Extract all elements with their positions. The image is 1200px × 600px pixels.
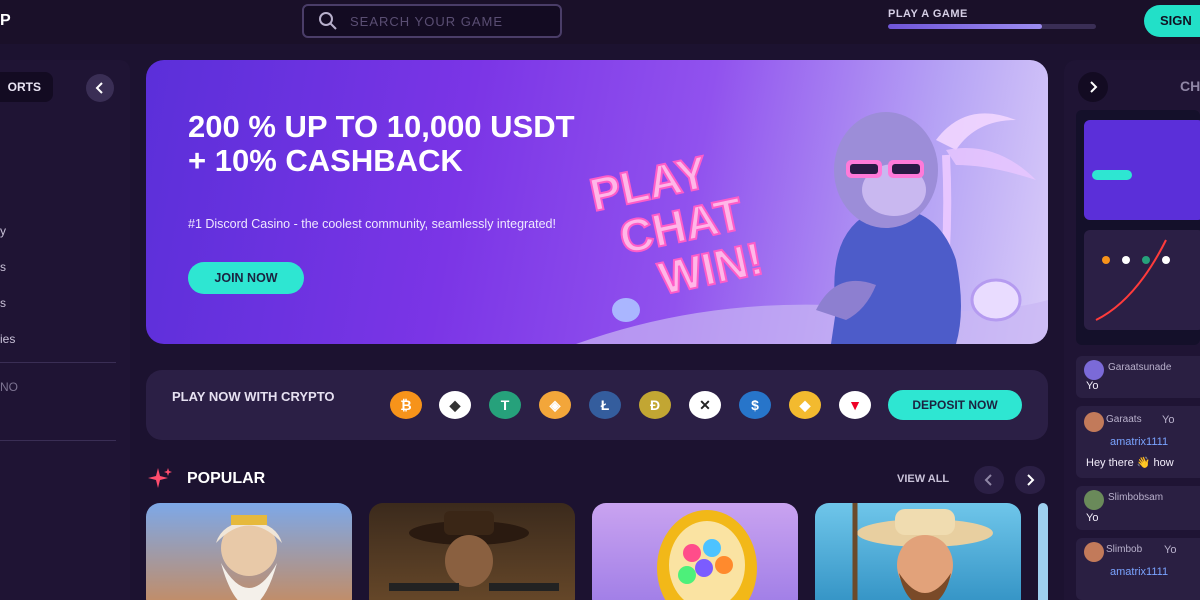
litecoin-icon[interactable]: Ł <box>589 391 621 419</box>
game-card[interactable] <box>815 503 1021 600</box>
sign-button[interactable]: SIGN <box>1144 5 1200 37</box>
game-thumbnail-cowboy <box>389 511 559 591</box>
chevron-left-icon <box>95 82 103 94</box>
search-input[interactable] <box>350 13 550 29</box>
bnb-icon[interactable]: ◈ <box>539 391 571 419</box>
chat-message: Slimbobsam Yo <box>1076 486 1200 530</box>
sidebar-divider <box>0 440 116 441</box>
crypto-bar: PLAY NOW WITH CRYPTO ₿ ◆ T ◈ Ł Ð ✕ $ ◆ ▼… <box>146 370 1048 440</box>
popular-title: POPULAR <box>187 470 266 487</box>
chat-message-text: Yo <box>1086 380 1099 392</box>
binance-icon[interactable]: ◆ <box>789 391 821 419</box>
prev-button[interactable] <box>974 466 1004 494</box>
sparkle-icon <box>148 468 172 488</box>
usdc-icon[interactable]: $ <box>739 391 771 419</box>
hero-title: 200 % UP TO 10,000 USDT + 10% CASHBACK <box>188 109 575 178</box>
avatar <box>1084 360 1104 380</box>
sidebar-divider <box>0 362 116 363</box>
search-box[interactable] <box>302 4 562 38</box>
tether-icon[interactable]: T <box>489 391 521 419</box>
game-thumbnail-zeus <box>216 515 282 600</box>
chat-message: Garaats Yo amatrix1111 Hey there 👋 how <box>1076 406 1200 478</box>
chat-username[interactable]: Garaatsunade <box>1108 362 1171 373</box>
play-game-progress <box>888 24 1096 29</box>
top-bar: P PLAY A GAME SIGN <box>0 0 1200 44</box>
chat-username[interactable]: Garaats <box>1106 414 1142 425</box>
chat-message: Garaatsunade Yo <box>1076 356 1200 398</box>
sidebar-item-sports[interactable]: ORTS <box>0 72 53 102</box>
next-button[interactable] <box>1015 466 1045 494</box>
sidebar-item[interactable]: s <box>0 260 6 274</box>
chat-panel: CH Garaatsunade Yo Garaats Yo amatrix111… <box>1064 60 1200 600</box>
chat-message-text: Yo <box>1164 544 1177 556</box>
expand-chat-button[interactable] <box>1078 72 1108 102</box>
crypto-label: PLAY NOW WITH CRYPTO <box>172 389 335 404</box>
logo[interactable]: P <box>0 12 11 30</box>
game-thumbnail-candy <box>657 510 757 600</box>
chat-message-text: Yo <box>1162 414 1175 426</box>
play-game-progress-fill <box>888 24 1042 29</box>
chat-username[interactable]: Slimbobsam <box>1108 492 1163 503</box>
monkey-mascot-icon <box>816 112 961 344</box>
chat-title: CH <box>1180 78 1200 94</box>
game-card[interactable] <box>146 503 352 600</box>
left-sidebar: ORTS y s s ies NO <box>0 60 130 600</box>
avatar <box>1084 542 1104 562</box>
chevron-left-icon <box>984 474 992 486</box>
tron-icon[interactable]: ▼ <box>839 391 871 419</box>
sidebar-item[interactable]: ies <box>0 332 15 346</box>
collapse-sidebar-button[interactable] <box>86 74 114 102</box>
sidebar-item[interactable]: s <box>0 296 6 310</box>
sidebar-section-label: NO <box>0 380 18 394</box>
play-game-label: PLAY A GAME <box>888 8 968 20</box>
hero-subtitle: #1 Discord Casino - the coolest communit… <box>188 217 556 231</box>
dogecoin-icon[interactable]: Ð <box>639 391 671 419</box>
view-all-link[interactable]: VIEW ALL <box>897 473 949 485</box>
chat-embedded-preview[interactable] <box>1076 110 1200 345</box>
game-card[interactable] <box>592 503 798 600</box>
embedded-screenshot <box>1084 120 1200 330</box>
chat-message-text: Yo <box>1086 512 1099 524</box>
chat-message: Slimbob Yo amatrix1111 <box>1076 538 1200 600</box>
chat-message-text: Hey there 👋 how <box>1086 457 1174 469</box>
bitcoin-icon[interactable]: ₿ <box>390 391 422 419</box>
search-icon <box>319 12 337 30</box>
xrp-icon[interactable]: ✕ <box>689 391 721 419</box>
join-now-button[interactable]: JOIN NOW <box>188 262 304 294</box>
hero-banner[interactable]: 200 % UP TO 10,000 USDT + 10% CASHBACK #… <box>146 60 1048 344</box>
avatar <box>1084 490 1104 510</box>
chevron-right-icon <box>1027 474 1035 486</box>
hero-illustration: PLAY CHAT WIN! <box>576 112 1048 344</box>
chevron-right-icon <box>1090 81 1098 93</box>
game-card[interactable] <box>369 503 575 600</box>
casino-chip-icon <box>970 278 1022 322</box>
game-thumbnail-fisherman <box>852 503 993 600</box>
deposit-now-button[interactable]: DEPOSIT NOW <box>888 390 1022 420</box>
chat-mention[interactable]: amatrix1111 <box>1110 566 1168 578</box>
avatar <box>1084 412 1104 432</box>
ethereum-icon[interactable]: ◆ <box>439 391 471 419</box>
game-card[interactable] <box>1038 503 1048 600</box>
chat-mention[interactable]: amatrix1111 <box>1110 436 1168 448</box>
casino-chip-icon <box>612 298 640 322</box>
chat-username[interactable]: Slimbob <box>1106 544 1142 555</box>
sidebar-item[interactable]: y <box>0 224 6 238</box>
